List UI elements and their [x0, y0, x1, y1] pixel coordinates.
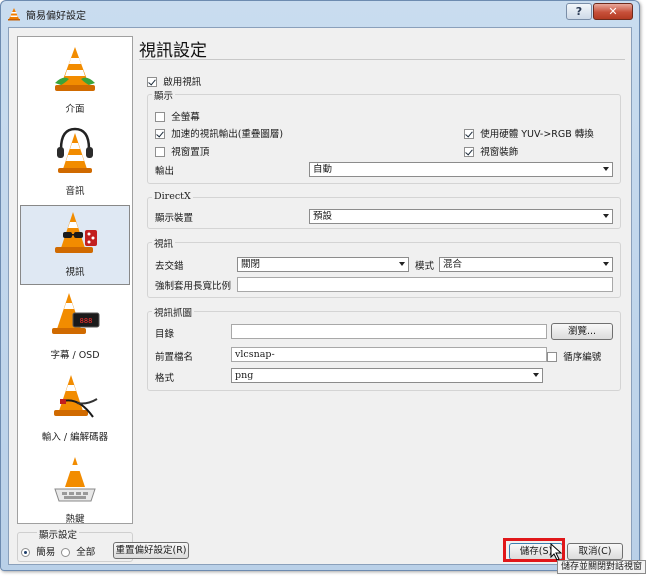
- force-aspect-input[interactable]: [237, 277, 613, 292]
- output-label: 輸出: [155, 166, 175, 177]
- snapshot-group-title: 視訊抓圖: [152, 305, 195, 319]
- directx-group-title: DirectX: [152, 191, 193, 202]
- chevron-down-icon: [603, 167, 609, 171]
- preferences-window: 簡易偏好設定 ? ✕ 介面 音訊 視訊 888 字幕 / OSD 輸入 / 編解…: [0, 0, 640, 571]
- window-decorations-checkbox[interactable]: 視窗裝飾: [464, 144, 518, 158]
- chevron-down-icon: [603, 214, 609, 218]
- fullscreen-check[interactable]: [155, 112, 165, 122]
- always-on-top-label: 視窗置頂: [171, 147, 210, 158]
- prefix-input[interactable]: vlcsnap-: [231, 347, 547, 362]
- display-device-value: 預設: [313, 211, 333, 222]
- enable-video-check[interactable]: [147, 77, 157, 87]
- video-group-title: 視訊: [152, 236, 176, 250]
- sidebar-item-video[interactable]: 視訊: [20, 205, 130, 285]
- radio-all-indicator[interactable]: [61, 547, 70, 557]
- display-device-label: 顯示裝置: [155, 213, 194, 224]
- fullscreen-checkbox[interactable]: 全螢幕: [155, 109, 200, 123]
- vlc-cone-icon: [55, 47, 95, 91]
- enable-video-label: 啟用視訊: [163, 77, 202, 88]
- enable-video-checkbox[interactable]: 啟用視訊: [147, 74, 201, 88]
- display-device-select[interactable]: 預設: [309, 209, 613, 224]
- yuv-rgb-label: 使用硬體 YUV->RGB 轉換: [480, 129, 594, 140]
- help-button[interactable]: ?: [566, 3, 592, 20]
- sidebar-item-audio[interactable]: 音訊: [20, 123, 130, 203]
- radio-all-label: 全部: [76, 547, 96, 558]
- deinterlace-value: 關閉: [241, 259, 261, 270]
- cone-keyboard-icon: [54, 457, 96, 502]
- deinterlace-mode-value: 混合: [443, 259, 463, 270]
- save-tooltip: 儲存並關閉對話視窗: [557, 560, 647, 574]
- sidebar-item-hotkeys[interactable]: 熱鍵: [20, 451, 130, 531]
- svg-text:888: 888: [80, 317, 93, 325]
- cancel-button[interactable]: 取消(C): [567, 543, 623, 560]
- yuv-rgb-check[interactable]: [464, 129, 474, 139]
- sequential-numbering-checkbox[interactable]: 循序編號: [547, 349, 601, 363]
- reset-preferences-button[interactable]: 重置偏好設定(R): [113, 542, 189, 559]
- title-divider: [139, 59, 625, 60]
- cone-headphones-icon: [57, 127, 93, 173]
- directory-input[interactable]: [231, 324, 547, 339]
- format-select[interactable]: png: [231, 368, 543, 383]
- sidebar-item-label: 音訊: [65, 186, 85, 197]
- display-group-title: 顯示: [152, 88, 176, 102]
- cone-cables-icon: [54, 375, 98, 418]
- radio-simple-label: 簡易: [36, 547, 56, 558]
- sequential-numbering-check[interactable]: [547, 352, 557, 362]
- always-on-top-checkbox[interactable]: 視窗置頂: [155, 144, 209, 158]
- output-select-value: 自動: [313, 164, 333, 175]
- chevron-down-icon: [603, 262, 609, 266]
- deinterlace-select[interactable]: 關閉: [237, 257, 409, 272]
- force-aspect-label: 強制套用長寬比例: [155, 281, 232, 292]
- format-value: png: [235, 370, 254, 381]
- directory-label: 目錄: [155, 329, 175, 340]
- sidebar-item-label: 字幕 / OSD: [50, 350, 100, 361]
- fullscreen-label: 全螢幕: [171, 112, 200, 123]
- output-select[interactable]: 自動: [309, 162, 613, 177]
- radio-all[interactable]: 全部: [61, 544, 95, 558]
- chevron-down-icon: [533, 373, 539, 377]
- vlc-app-icon: [8, 8, 20, 21]
- mouse-cursor-icon: [550, 543, 563, 561]
- prefix-label: 前置檔名: [155, 352, 194, 363]
- format-label: 格式: [155, 373, 175, 384]
- window-decorations-check[interactable]: [464, 147, 474, 157]
- sequential-numbering-label: 循序編號: [563, 352, 602, 363]
- always-on-top-check[interactable]: [155, 147, 165, 157]
- mode-label: 模式: [415, 261, 435, 272]
- category-sidebar: 介面 音訊 視訊 888 字幕 / OSD 輸入 / 編解碼器 熱鍵: [17, 36, 133, 525]
- browse-button[interactable]: 瀏覽...: [551, 323, 613, 340]
- accelerated-output-check[interactable]: [155, 129, 165, 139]
- radio-simple[interactable]: 簡易: [21, 544, 55, 558]
- window-decorations-label: 視窗裝飾: [480, 147, 519, 158]
- radio-simple-indicator[interactable]: [21, 547, 30, 557]
- close-button[interactable]: ✕: [593, 3, 633, 20]
- sidebar-item-label: 視訊: [65, 267, 85, 278]
- deinterlace-mode-select[interactable]: 混合: [439, 257, 613, 272]
- window-title: 簡易偏好設定: [26, 10, 86, 22]
- title-bar: 簡易偏好設定 ? ✕: [1, 1, 639, 27]
- dialog-client-area: 介面 音訊 視訊 888 字幕 / OSD 輸入 / 編解碼器 熱鍵 顯示設定 …: [8, 27, 632, 565]
- sidebar-item-label: 熱鍵: [65, 514, 85, 525]
- show-settings-title: 顯示設定: [37, 527, 80, 541]
- yuv-rgb-checkbox[interactable]: 使用硬體 YUV->RGB 轉換: [464, 126, 594, 140]
- deinterlace-label: 去交錯: [155, 261, 184, 272]
- cone-subtitle-icon: 888: [52, 293, 100, 334]
- accelerated-output-checkbox[interactable]: 加速的視訊輸出(重疊圖層): [155, 126, 283, 140]
- accelerated-output-label: 加速的視訊輸出(重疊圖層): [171, 129, 284, 140]
- sidebar-item-input-codecs[interactable]: 輸入 / 編解碼器: [20, 369, 130, 449]
- sidebar-item-interface[interactable]: 介面: [20, 41, 130, 121]
- page-title: 視訊設定: [139, 41, 207, 61]
- cone-glasses-icon: [55, 212, 97, 253]
- sidebar-item-label: 介面: [65, 104, 85, 115]
- sidebar-item-label: 輸入 / 編解碼器: [41, 432, 109, 443]
- sidebar-item-subtitles[interactable]: 888 字幕 / OSD: [20, 287, 130, 367]
- chevron-down-icon: [399, 262, 405, 266]
